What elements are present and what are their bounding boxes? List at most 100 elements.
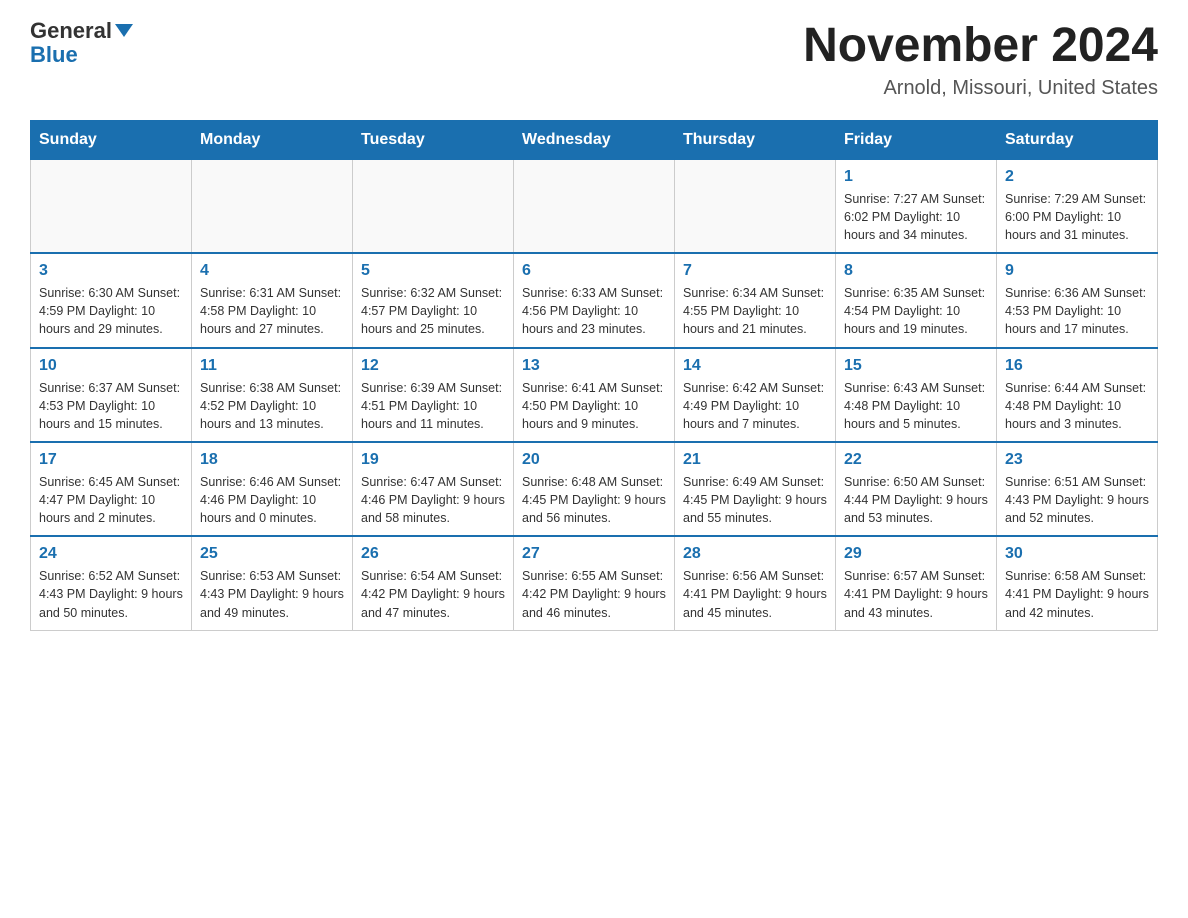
calendar-cell xyxy=(514,159,675,253)
calendar-week-row: 3 Sunrise: 6:30 AM Sunset: 4:59 PM Daylig… xyxy=(31,253,1158,347)
day-number: 11 xyxy=(200,357,344,375)
day-number: 13 xyxy=(522,357,666,375)
title-section: November 2024 Arnold, Missouri, United S… xyxy=(803,20,1158,100)
calendar-cell: 15 Sunrise: 6:43 AM Sunset: 4:48 PM Dayli… xyxy=(836,348,997,442)
day-number: 19 xyxy=(361,451,505,469)
day-info: Sunrise: 6:51 AM Sunset: 4:43 PM Dayligh… xyxy=(1005,473,1149,527)
day-number: 18 xyxy=(200,451,344,469)
day-number: 25 xyxy=(200,545,344,563)
day-info: Sunrise: 6:33 AM Sunset: 4:56 PM Dayligh… xyxy=(522,284,666,338)
day-number: 5 xyxy=(361,262,505,280)
day-info: Sunrise: 7:27 AM Sunset: 6:02 PM Dayligh… xyxy=(844,190,988,244)
calendar-week-row: 24 Sunrise: 6:52 AM Sunset: 4:43 PM Dayli… xyxy=(31,536,1158,630)
day-number: 22 xyxy=(844,451,988,469)
day-number: 30 xyxy=(1005,545,1149,563)
calendar-cell: 30 Sunrise: 6:58 AM Sunset: 4:41 PM Dayli… xyxy=(997,536,1158,630)
day-number: 15 xyxy=(844,357,988,375)
day-number: 16 xyxy=(1005,357,1149,375)
calendar-cell: 27Sunrise: 6:55 AM Sunset: 4:42 PM Dayli… xyxy=(514,536,675,630)
logo-general-text: General xyxy=(30,20,133,42)
calendar-week-row: 1 Sunrise: 7:27 AM Sunset: 6:02 PM Daylig… xyxy=(31,159,1158,253)
day-number: 24 xyxy=(39,545,183,563)
calendar-header-friday: Friday xyxy=(836,120,997,159)
day-number: 3 xyxy=(39,262,183,280)
day-info: Sunrise: 6:54 AM Sunset: 4:42 PM Dayligh… xyxy=(361,567,505,621)
day-info: Sunrise: 6:45 AM Sunset: 4:47 PM Dayligh… xyxy=(39,473,183,527)
day-info: Sunrise: 6:52 AM Sunset: 4:43 PM Dayligh… xyxy=(39,567,183,621)
calendar-cell: 8 Sunrise: 6:35 AM Sunset: 4:54 PM Daylig… xyxy=(836,253,997,347)
calendar-cell: 23 Sunrise: 6:51 AM Sunset: 4:43 PM Dayli… xyxy=(997,442,1158,536)
day-number: 27 xyxy=(522,545,666,563)
day-info: Sunrise: 6:57 AM Sunset: 4:41 PM Dayligh… xyxy=(844,567,988,621)
day-number: 8 xyxy=(844,262,988,280)
day-info: Sunrise: 6:48 AM Sunset: 4:45 PM Dayligh… xyxy=(522,473,666,527)
calendar-title: November 2024 xyxy=(803,20,1158,73)
calendar-header-monday: Monday xyxy=(192,120,353,159)
day-number: 7 xyxy=(683,262,827,280)
day-number: 10 xyxy=(39,357,183,375)
calendar-cell: 25 Sunrise: 6:53 AM Sunset: 4:43 PM Dayli… xyxy=(192,536,353,630)
calendar-cell: 24 Sunrise: 6:52 AM Sunset: 4:43 PM Dayli… xyxy=(31,536,192,630)
day-number: 4 xyxy=(200,262,344,280)
day-number: 26 xyxy=(361,545,505,563)
day-info: Sunrise: 6:47 AM Sunset: 4:46 PM Dayligh… xyxy=(361,473,505,527)
logo: General Blue xyxy=(30,20,133,68)
calendar-cell: 20Sunrise: 6:48 AM Sunset: 4:45 PM Dayli… xyxy=(514,442,675,536)
day-number: 9 xyxy=(1005,262,1149,280)
calendar-header-row: SundayMondayTuesdayWednesdayThursdayFrid… xyxy=(31,120,1158,159)
calendar-cell xyxy=(31,159,192,253)
day-number: 28 xyxy=(683,545,827,563)
day-info: Sunrise: 6:30 AM Sunset: 4:59 PM Dayligh… xyxy=(39,284,183,338)
day-number: 17 xyxy=(39,451,183,469)
calendar-week-row: 17 Sunrise: 6:45 AM Sunset: 4:47 PM Dayli… xyxy=(31,442,1158,536)
calendar-cell: 21 Sunrise: 6:49 AM Sunset: 4:45 PM Dayli… xyxy=(675,442,836,536)
day-info: Sunrise: 6:37 AM Sunset: 4:53 PM Dayligh… xyxy=(39,379,183,433)
calendar-cell xyxy=(675,159,836,253)
day-info: Sunrise: 6:38 AM Sunset: 4:52 PM Dayligh… xyxy=(200,379,344,433)
calendar-table: SundayMondayTuesdayWednesdayThursdayFrid… xyxy=(30,120,1158,631)
day-info: Sunrise: 6:34 AM Sunset: 4:55 PM Dayligh… xyxy=(683,284,827,338)
day-info: Sunrise: 6:49 AM Sunset: 4:45 PM Dayligh… xyxy=(683,473,827,527)
day-info: Sunrise: 6:41 AM Sunset: 4:50 PM Dayligh… xyxy=(522,379,666,433)
day-number: 29 xyxy=(844,545,988,563)
day-number: 21 xyxy=(683,451,827,469)
calendar-cell: 18Sunrise: 6:46 AM Sunset: 4:46 PM Dayli… xyxy=(192,442,353,536)
day-info: Sunrise: 6:53 AM Sunset: 4:43 PM Dayligh… xyxy=(200,567,344,621)
calendar-location: Arnold, Missouri, United States xyxy=(803,77,1158,100)
calendar-header-tuesday: Tuesday xyxy=(353,120,514,159)
logo-blue-text: Blue xyxy=(30,42,78,68)
day-info: Sunrise: 6:43 AM Sunset: 4:48 PM Dayligh… xyxy=(844,379,988,433)
day-number: 6 xyxy=(522,262,666,280)
day-info: Sunrise: 6:44 AM Sunset: 4:48 PM Dayligh… xyxy=(1005,379,1149,433)
calendar-header-wednesday: Wednesday xyxy=(514,120,675,159)
calendar-cell: 28 Sunrise: 6:56 AM Sunset: 4:41 PM Dayli… xyxy=(675,536,836,630)
calendar-cell: 1 Sunrise: 7:27 AM Sunset: 6:02 PM Daylig… xyxy=(836,159,997,253)
day-info: Sunrise: 6:58 AM Sunset: 4:41 PM Dayligh… xyxy=(1005,567,1149,621)
day-number: 2 xyxy=(1005,168,1149,186)
calendar-header-sunday: Sunday xyxy=(31,120,192,159)
calendar-cell: 29 Sunrise: 6:57 AM Sunset: 4:41 PM Dayli… xyxy=(836,536,997,630)
calendar-cell: 19 Sunrise: 6:47 AM Sunset: 4:46 PM Dayli… xyxy=(353,442,514,536)
calendar-cell: 11 Sunrise: 6:38 AM Sunset: 4:52 PM Dayli… xyxy=(192,348,353,442)
page-header: General Blue November 2024 Arnold, Misso… xyxy=(30,20,1158,100)
calendar-week-row: 10 Sunrise: 6:37 AM Sunset: 4:53 PM Dayli… xyxy=(31,348,1158,442)
calendar-cell: 16 Sunrise: 6:44 AM Sunset: 4:48 PM Dayli… xyxy=(997,348,1158,442)
day-number: 1 xyxy=(844,168,988,186)
day-info: Sunrise: 6:36 AM Sunset: 4:53 PM Dayligh… xyxy=(1005,284,1149,338)
calendar-cell: 22 Sunrise: 6:50 AM Sunset: 4:44 PM Dayli… xyxy=(836,442,997,536)
calendar-cell: 3 Sunrise: 6:30 AM Sunset: 4:59 PM Daylig… xyxy=(31,253,192,347)
calendar-cell: 6 Sunrise: 6:33 AM Sunset: 4:56 PM Daylig… xyxy=(514,253,675,347)
calendar-cell: 14Sunrise: 6:42 AM Sunset: 4:49 PM Dayli… xyxy=(675,348,836,442)
calendar-header-thursday: Thursday xyxy=(675,120,836,159)
day-number: 23 xyxy=(1005,451,1149,469)
calendar-cell: 2Sunrise: 7:29 AM Sunset: 6:00 PM Daylig… xyxy=(997,159,1158,253)
day-info: Sunrise: 6:35 AM Sunset: 4:54 PM Dayligh… xyxy=(844,284,988,338)
day-info: Sunrise: 6:50 AM Sunset: 4:44 PM Dayligh… xyxy=(844,473,988,527)
day-number: 14 xyxy=(683,357,827,375)
calendar-cell: 5Sunrise: 6:32 AM Sunset: 4:57 PM Daylig… xyxy=(353,253,514,347)
day-info: Sunrise: 6:56 AM Sunset: 4:41 PM Dayligh… xyxy=(683,567,827,621)
calendar-cell: 12Sunrise: 6:39 AM Sunset: 4:51 PM Dayli… xyxy=(353,348,514,442)
calendar-cell: 26 Sunrise: 6:54 AM Sunset: 4:42 PM Dayli… xyxy=(353,536,514,630)
day-info: Sunrise: 6:39 AM Sunset: 4:51 PM Dayligh… xyxy=(361,379,505,433)
day-info: Sunrise: 6:31 AM Sunset: 4:58 PM Dayligh… xyxy=(200,284,344,338)
